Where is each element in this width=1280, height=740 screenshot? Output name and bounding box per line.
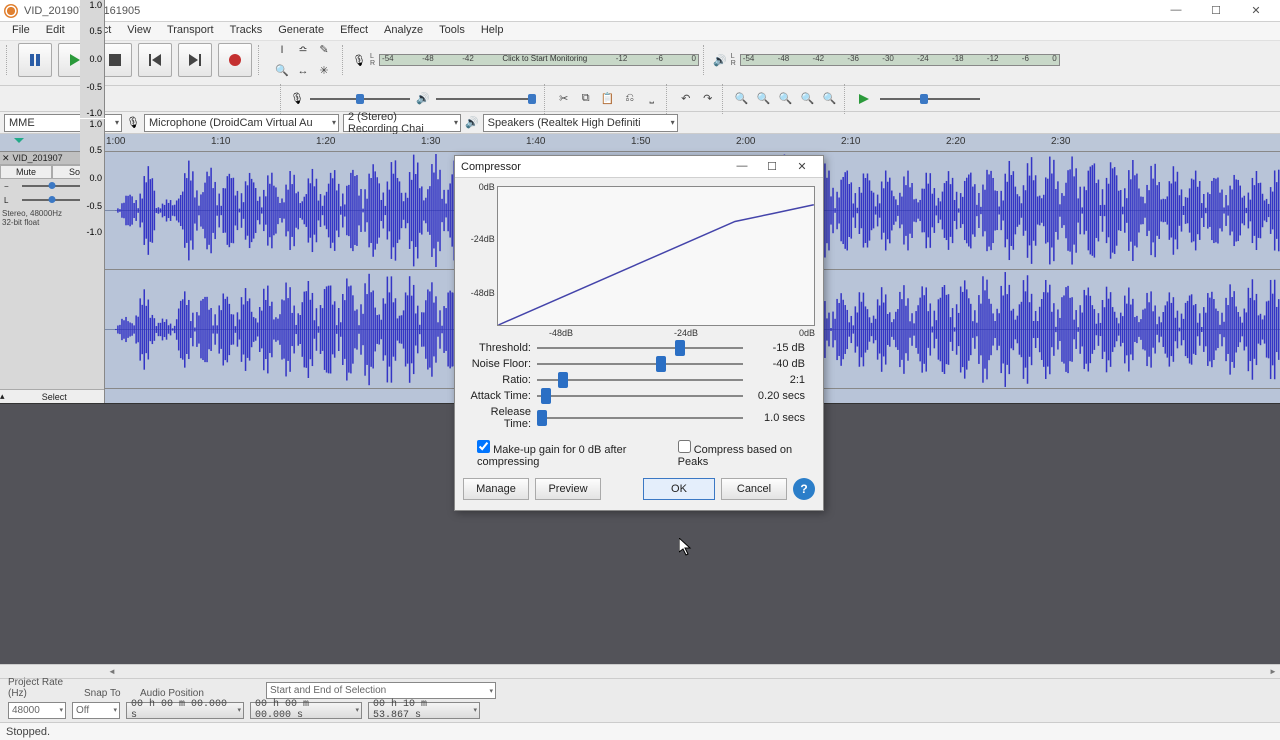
toolbar: I ≏ ✎ 🔍 ↔ ✳ 🎙 LR -54-48-42Click to Start… — [0, 41, 1280, 86]
recording-meter[interactable]: 🎙 LR -54-48-42Click to Start Monitoring-… — [352, 53, 699, 67]
dialog-maximize-button[interactable]: ☐ — [757, 160, 787, 173]
menu-view[interactable]: View — [119, 22, 159, 40]
help-button[interactable]: ? — [793, 478, 815, 500]
undo-icon[interactable]: ↶ — [676, 89, 696, 109]
maximize-button[interactable]: ☐ — [1196, 4, 1236, 17]
play-at-speed-icon[interactable] — [854, 89, 874, 109]
zoom-sel-icon[interactable]: 🔍 — [776, 89, 796, 109]
track-close-icon[interactable]: ✕ — [2, 153, 10, 164]
mute-button[interactable]: Mute — [0, 165, 52, 179]
speaker-icon: 🔊 — [465, 116, 479, 129]
playback-device-select[interactable]: Speakers (Realtek High Definiti — [483, 114, 678, 132]
mic-icon: 🎙 — [352, 54, 366, 67]
copy-icon[interactable]: ⧉ — [576, 89, 596, 109]
select-button[interactable]: Select — [5, 392, 104, 402]
window-title-bar: VID_20190709_161905 — ☐ ✕ — [0, 0, 1280, 22]
selection-start-input[interactable]: 00 h 00 m 00.000 s — [250, 702, 362, 719]
record-button[interactable] — [218, 43, 252, 77]
trim-icon[interactable]: ⎌ — [620, 89, 640, 109]
menu-file[interactable]: File — [4, 22, 38, 40]
compressor-dialog: Compressor — ☐ ✕ 0dB -24dB -48dB -48dB -… — [454, 155, 824, 511]
zoom-tool-icon[interactable]: 🔍 — [272, 61, 292, 81]
paste-icon[interactable]: 📋 — [598, 89, 618, 109]
timeshift-tool-icon[interactable]: ↔ — [293, 61, 313, 81]
cancel-button[interactable]: Cancel — [721, 478, 787, 500]
selection-end-input[interactable]: 00 h 10 m 53.867 s — [368, 702, 480, 719]
releasetime-slider[interactable]: Release Time: 1.0 secs — [467, 406, 811, 430]
zoom-out-icon[interactable]: 🔍 — [754, 89, 774, 109]
envelope-tool-icon[interactable]: ≏ — [293, 40, 313, 60]
tools-grid: I ≏ ✎ 🔍 ↔ ✳ — [272, 40, 334, 81]
menu-tools[interactable]: Tools — [431, 22, 473, 40]
menu-tracks[interactable]: Tracks — [222, 22, 271, 40]
dialog-close-button[interactable]: ✕ — [787, 160, 817, 173]
mic-icon: 🎙 — [126, 116, 140, 129]
speaker-icon: 🔊 — [713, 54, 727, 67]
recording-device-select[interactable]: Microphone (DroidCam Virtual Au — [144, 114, 339, 132]
close-button[interactable]: ✕ — [1236, 4, 1276, 17]
playhead-icon[interactable] — [14, 138, 24, 148]
minimize-button[interactable]: — — [1156, 4, 1196, 17]
audacity-icon — [4, 4, 18, 18]
silence-icon[interactable]: ⎵ — [642, 89, 662, 109]
pause-button[interactable] — [18, 43, 52, 77]
status-text: Stopped. — [6, 726, 50, 738]
skip-end-button[interactable] — [178, 43, 212, 77]
mic-icon: 🎙 — [290, 92, 304, 105]
ok-button[interactable]: OK — [643, 478, 715, 500]
cut-icon[interactable]: ✂ — [554, 89, 574, 109]
timeline-ruler[interactable]: 1:00 1:10 1:20 1:30 1:40 1:50 2:00 2:10 … — [0, 134, 1280, 152]
secondary-toolbar: 🎙 🔊 ✂ ⧉ 📋 ⎌ ⎵ ↶ ↷ 🔍 🔍 🔍 🔍 🔍 — [0, 86, 1280, 112]
zoom-toggle-icon[interactable]: 🔍 — [820, 89, 840, 109]
recording-channels-select[interactable]: 2 (Stereo) Recording Chai — [343, 114, 461, 132]
playback-volume-slider[interactable]: 🔊 — [416, 92, 540, 105]
menu-bar: File Edit Select View Transport Tracks G… — [0, 22, 1280, 41]
compressor-graph: 0dB -24dB -48dB — [463, 186, 815, 326]
zoom-fit-icon[interactable]: 🔍 — [798, 89, 818, 109]
device-toolbar: MME 🎙 Microphone (DroidCam Virtual Au 2 … — [0, 112, 1280, 134]
draw-tool-icon[interactable]: ✎ — [314, 40, 334, 60]
manage-button[interactable]: Manage — [463, 478, 529, 500]
project-rate-input[interactable]: 48000 — [8, 702, 66, 719]
selection-tool-icon[interactable]: I — [272, 40, 292, 60]
selection-toolbar: Project Rate (Hz) Snap To Audio Position… — [0, 678, 1280, 722]
playback-meter[interactable]: 🔊 LR -54-48-42-36-30-24-18-12-60 — [713, 53, 1060, 67]
menu-generate[interactable]: Generate — [270, 22, 332, 40]
multi-tool-icon[interactable]: ✳ — [314, 61, 334, 81]
click-monitor-label: Click to Start Monitoring — [502, 54, 587, 63]
makeup-gain-checkbox[interactable]: Make-up gain for 0 dB after compressing — [477, 440, 662, 468]
menu-help[interactable]: Help — [473, 22, 512, 40]
dialog-minimize-button[interactable]: — — [727, 160, 757, 173]
attacktime-slider[interactable]: Attack Time: 0.20 secs — [467, 390, 811, 402]
ratio-slider[interactable]: Ratio: 2:1 — [467, 374, 811, 386]
track-name: VID_201907 — [13, 153, 63, 163]
snap-to-select[interactable]: Off — [72, 702, 120, 719]
compress-peaks-checkbox[interactable]: Compress based on Peaks — [678, 440, 805, 468]
zoom-in-icon[interactable]: 🔍 — [732, 89, 752, 109]
speaker-icon: 🔊 — [416, 92, 430, 105]
dialog-title: Compressor — [461, 161, 521, 173]
preview-button[interactable]: Preview — [535, 478, 601, 500]
horizontal-scrollbar[interactable]: ◄ ► — [0, 664, 1280, 678]
noisefloor-slider[interactable]: Noise Floor: -40 dB — [467, 358, 811, 370]
menu-transport[interactable]: Transport — [159, 22, 222, 40]
skip-start-button[interactable] — [138, 43, 172, 77]
selection-mode-select[interactable]: Start and End of Selection — [266, 682, 496, 699]
menu-edit[interactable]: Edit — [38, 22, 73, 40]
audio-position-input[interactable]: 00 h 00 m 00.000 s — [126, 702, 244, 719]
record-volume-slider[interactable]: 🎙 — [290, 92, 414, 105]
threshold-slider[interactable]: Threshold: -15 dB — [467, 342, 811, 354]
menu-analyze[interactable]: Analyze — [376, 22, 431, 40]
menu-effect[interactable]: Effect — [332, 22, 376, 40]
redo-icon[interactable]: ↷ — [698, 89, 718, 109]
status-bar: Stopped. — [0, 722, 1280, 740]
